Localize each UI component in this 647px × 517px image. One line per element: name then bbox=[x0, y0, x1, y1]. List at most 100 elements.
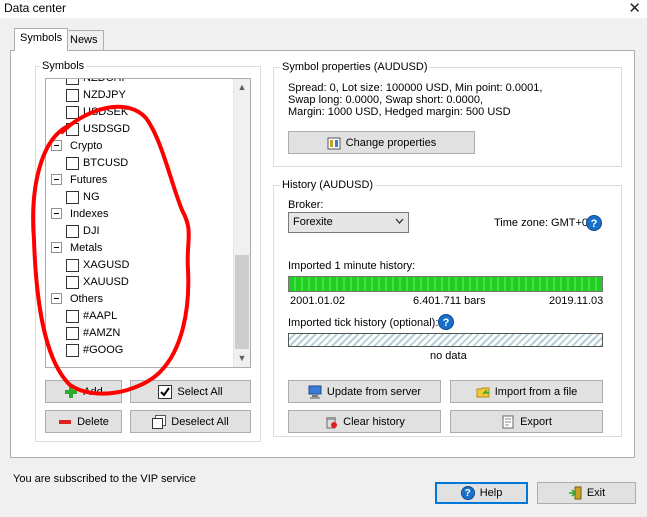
export-button[interactable]: Export bbox=[450, 410, 603, 433]
symbol-row[interactable]: XAUUSD bbox=[46, 274, 234, 291]
symbol-row[interactable]: USDSEK bbox=[46, 104, 234, 121]
symbol-label: NG bbox=[83, 191, 100, 203]
tick-help-icon[interactable]: ? bbox=[438, 314, 454, 330]
symbol-checkbox[interactable] bbox=[66, 327, 79, 340]
broker-label: Broker: bbox=[288, 199, 324, 211]
change-properties-label: Change properties bbox=[345, 136, 437, 149]
symbol-label: XAGUSD bbox=[83, 259, 130, 271]
subscription-status: You are subscribed to the VIP service bbox=[13, 473, 196, 485]
symbol-checkbox[interactable] bbox=[66, 106, 79, 119]
symbol-group-label: Futures bbox=[70, 174, 108, 186]
window-title: Data center bbox=[4, 1, 67, 15]
symbol-row[interactable]: #AMZN bbox=[46, 325, 234, 342]
symbol-label: USDSEK bbox=[83, 106, 129, 118]
broker-value: Forexite bbox=[293, 216, 333, 228]
symbols-list[interactable]: NZDCHF NZDJPY USDSEK USDSGD Crypto BTCUSD Futu… bbox=[45, 78, 251, 368]
minute-history-bar bbox=[288, 276, 603, 292]
add-button[interactable]: Add bbox=[45, 380, 122, 403]
properties-icon bbox=[327, 136, 341, 150]
symbol-group-row[interactable]: Others bbox=[46, 291, 234, 308]
symbol-label: XAUUSD bbox=[83, 276, 129, 288]
symbol-row[interactable]: #GOOG bbox=[46, 342, 234, 359]
export-button-label: Export bbox=[520, 415, 552, 428]
symbol-checkbox[interactable] bbox=[66, 157, 79, 170]
collapse-icon[interactable] bbox=[51, 174, 62, 185]
scroll-thumb[interactable] bbox=[235, 255, 249, 349]
delete-button[interactable]: Delete bbox=[45, 410, 122, 433]
scroll-up-icon[interactable]: ▲ bbox=[234, 79, 250, 96]
close-icon[interactable]: ✕ bbox=[628, 0, 641, 17]
collapse-icon[interactable] bbox=[51, 140, 62, 151]
symbol-row[interactable]: BTCUSD bbox=[46, 155, 234, 172]
symbol-label: #GOOG bbox=[83, 344, 124, 356]
add-icon bbox=[64, 385, 78, 399]
exit-button-label: Exit bbox=[586, 487, 606, 499]
symbol-label: #AAPL bbox=[83, 310, 118, 322]
help-icon: ? bbox=[460, 486, 475, 500]
tab-news[interactable]: News bbox=[64, 30, 104, 50]
symbol-label: DJI bbox=[83, 225, 100, 237]
symbol-label: BTCUSD bbox=[83, 157, 129, 169]
tick-history-label: Imported tick history (optional): bbox=[288, 317, 439, 329]
symbol-group-row[interactable]: Metals bbox=[46, 240, 234, 257]
symbol-checkbox[interactable] bbox=[66, 191, 79, 204]
collapse-icon[interactable] bbox=[51, 208, 62, 219]
export-icon bbox=[501, 415, 515, 429]
add-button-label: Add bbox=[83, 385, 103, 398]
symbol-group-row[interactable]: Crypto bbox=[46, 138, 234, 155]
timezone-help-icon[interactable]: ? bbox=[586, 215, 602, 231]
delete-button-label: Delete bbox=[77, 415, 109, 428]
symbol-row[interactable]: NZDJPY bbox=[46, 87, 234, 104]
symbol-checkbox[interactable] bbox=[66, 276, 79, 289]
deselect-all-button[interactable]: Deselect All bbox=[130, 410, 251, 433]
symbol-properties-text: Spread: 0, Lot size: 100000 USD, Min poi… bbox=[288, 82, 542, 118]
symbol-row[interactable]: NZDCHF bbox=[46, 78, 234, 87]
update-from-server-button[interactable]: Update from server bbox=[288, 380, 441, 403]
symbol-row[interactable]: USDSGD bbox=[46, 121, 234, 138]
minute-end-date: 2019.11.03 bbox=[549, 295, 604, 307]
import-from-file-button[interactable]: Import from a file bbox=[450, 380, 603, 403]
symbol-group-row[interactable]: Futures bbox=[46, 172, 234, 189]
list-scrollbar[interactable]: ▲ ▼ bbox=[233, 79, 250, 367]
symbol-checkbox[interactable] bbox=[66, 225, 79, 238]
symbol-checkbox[interactable] bbox=[66, 79, 79, 85]
history-title: History (AUDUSD) bbox=[280, 179, 376, 191]
symbol-properties-title: Symbol properties (AUDUSD) bbox=[280, 61, 430, 73]
symbol-checkbox[interactable] bbox=[66, 344, 79, 357]
clear-history-label: Clear history bbox=[343, 415, 405, 428]
collapse-icon[interactable] bbox=[51, 242, 62, 253]
symbol-label: NZDJPY bbox=[83, 89, 126, 101]
symbol-row[interactable]: XAGUSD bbox=[46, 257, 234, 274]
symbol-checkbox[interactable] bbox=[66, 259, 79, 272]
symbol-checkbox[interactable] bbox=[66, 310, 79, 323]
symbol-label: USDSGD bbox=[83, 123, 131, 135]
symbol-label: #AMZN bbox=[83, 327, 121, 339]
symbol-row[interactable]: #AAPL bbox=[46, 308, 234, 325]
help-button[interactable]: ? Help bbox=[435, 482, 528, 504]
symbol-label: NZDCHF bbox=[83, 78, 129, 84]
symbol-group-row[interactable]: Indexes bbox=[46, 206, 234, 223]
trash-icon bbox=[324, 415, 338, 429]
symbol-row[interactable]: DJI bbox=[46, 223, 234, 240]
clear-history-button[interactable]: Clear history bbox=[288, 410, 441, 433]
collapse-icon[interactable] bbox=[51, 293, 62, 304]
checked-box-icon bbox=[158, 384, 173, 399]
exit-button[interactable]: Exit bbox=[537, 482, 636, 504]
symbol-checkbox[interactable] bbox=[66, 123, 79, 136]
minus-icon bbox=[58, 415, 72, 429]
minute-history-fill bbox=[289, 277, 602, 291]
broker-select[interactable]: Forexite bbox=[288, 212, 409, 233]
symbol-row[interactable]: NG bbox=[46, 189, 234, 206]
chevron-down-icon bbox=[395, 214, 404, 231]
symbol-checkbox[interactable] bbox=[66, 89, 79, 102]
tick-status: no data bbox=[430, 350, 467, 362]
computer-icon bbox=[308, 385, 322, 399]
import-button-label: Import from a file bbox=[494, 385, 578, 398]
select-all-button[interactable]: Select All bbox=[130, 380, 251, 403]
change-properties-button[interactable]: Change properties bbox=[288, 131, 475, 154]
tick-history-bar bbox=[288, 333, 603, 347]
tab-symbols[interactable]: Symbols bbox=[14, 28, 69, 51]
symbol-group-label: Crypto bbox=[70, 140, 103, 152]
symbols-group-title: Symbols bbox=[40, 60, 87, 72]
scroll-down-icon[interactable]: ▼ bbox=[234, 350, 250, 367]
